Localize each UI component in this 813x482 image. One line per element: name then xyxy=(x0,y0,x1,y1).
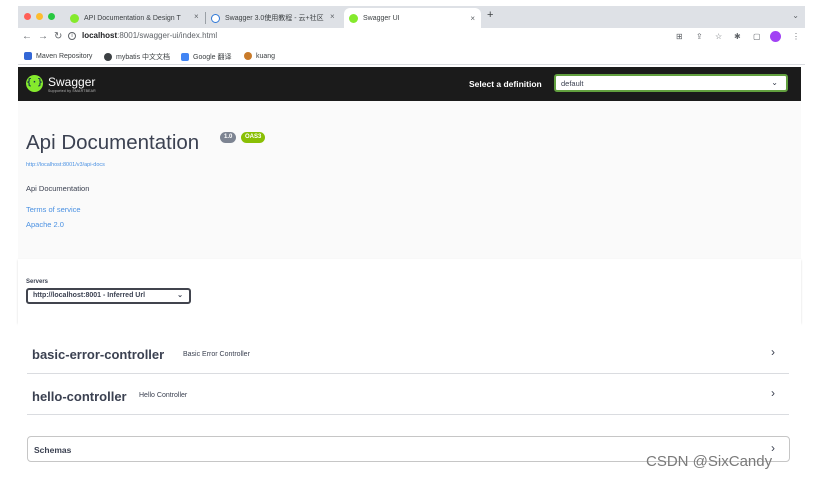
reload-icon[interactable]: ↻ xyxy=(54,31,62,42)
tab-title: API Documentation & Design T xyxy=(84,14,181,22)
tab-api-documentation[interactable]: API Documentation & Design T + xyxy=(70,8,203,28)
tab-separator xyxy=(205,12,206,24)
back-arrow-icon[interactable]: ← xyxy=(22,31,32,42)
api-description: Api Documentation xyxy=(26,184,90,193)
bookmark-maven-repository[interactable]: Maven Repository xyxy=(24,52,92,60)
schemas-label: Schemas xyxy=(34,445,72,455)
maven-icon xyxy=(24,52,32,60)
swagger-topbar: {·} Swagger Supported by SMARTBEAR Selec… xyxy=(18,67,801,101)
definition-label: Select a definition xyxy=(469,79,542,89)
bookmark-label: mybatis 中文文档 xyxy=(116,54,171,61)
oas-badge: OAS3 xyxy=(241,132,266,143)
side-panel-icon[interactable]: ▢ xyxy=(753,32,761,41)
terms-of-service-link[interactable]: Terms of service xyxy=(26,205,81,214)
servers-label: Servers xyxy=(26,279,49,285)
translate-icon xyxy=(181,53,189,61)
bookmarks-bar: Maven Repository mybatis 中文文档 Google 翻译 … xyxy=(18,48,805,65)
chevron-right-icon: › xyxy=(771,345,775,359)
bookmark-kuang[interactable]: kuang xyxy=(244,52,275,60)
github-icon xyxy=(104,53,112,61)
address-host: localhost xyxy=(82,31,118,40)
api-docs-link[interactable]: http://localhost:8001/v3/api-docs xyxy=(26,162,105,168)
close-window-button[interactable] xyxy=(24,13,31,20)
browser-toolbar: ← → ↻ i localhost:8001/swagger-ui/index.… xyxy=(18,28,805,48)
minimize-window-button[interactable] xyxy=(36,13,43,20)
chevron-down-icon: ⌄ xyxy=(177,292,183,299)
bookmark-mybatis[interactable]: mybatis 中文文档 xyxy=(104,52,170,62)
tab-title: Swagger UI xyxy=(363,14,400,22)
tag-name: hello-controller xyxy=(32,389,127,404)
swagger-favicon-icon xyxy=(70,13,79,23)
bookmark-label: Maven Repository xyxy=(36,52,93,60)
close-tab-icon[interactable]: × xyxy=(194,12,199,21)
tag-description: Basic Error Controller xyxy=(183,351,250,358)
bookmark-star-icon[interactable]: ☆ xyxy=(715,32,722,41)
chevron-right-icon: › xyxy=(771,386,775,400)
new-tab-button[interactable]: + xyxy=(487,9,493,21)
tab-swagger-tutorial[interactable]: Swagger 3.0使用教程 - 云+社区 xyxy=(211,8,346,28)
zoom-window-button[interactable] xyxy=(48,13,55,20)
close-tab-icon[interactable]: × xyxy=(470,14,475,23)
more-menu-icon[interactable]: ⋮ xyxy=(792,32,800,41)
address-bar[interactable]: i localhost:8001/swagger-ui/index.html xyxy=(68,31,217,40)
tab-swagger-ui[interactable]: Swagger UI × xyxy=(344,8,481,28)
forward-arrow-icon[interactable]: → xyxy=(38,31,48,42)
chevron-down-icon: ⌄ xyxy=(771,78,778,87)
close-tab-icon[interactable]: × xyxy=(330,12,335,21)
swagger-logo-subtitle: Supported by SMARTBEAR xyxy=(48,89,96,93)
swagger-logo-icon[interactable]: {·} xyxy=(26,75,43,92)
bookmark-label: kuang xyxy=(256,52,276,60)
swagger-favicon-icon xyxy=(349,13,358,23)
servers-select[interactable]: http://localhost:8001 - Inferred Url ⌄ xyxy=(26,288,191,304)
extensions-icon[interactable]: ✱ xyxy=(734,32,741,41)
translate-icon[interactable]: ⊞ xyxy=(676,32,683,41)
tab-search-icon[interactable]: ⌄ xyxy=(792,11,799,20)
cloud-favicon-icon xyxy=(211,13,220,23)
share-icon[interactable]: ⇪ xyxy=(696,32,703,41)
swagger-logo-text[interactable]: Swagger xyxy=(48,75,95,89)
tag-description: Hello Controller xyxy=(139,392,188,399)
profile-avatar[interactable] xyxy=(770,31,781,42)
page-title: Api Documentation xyxy=(26,131,200,154)
tag-basic-error-controller[interactable]: basic-error-controller Basic Error Contr… xyxy=(27,333,789,374)
browser-tab-bar: API Documentation & Design T + × Swagger… xyxy=(18,6,805,28)
definition-select[interactable]: default ⌄ xyxy=(554,74,788,92)
bookmark-google-translate[interactable]: Google 翻译 xyxy=(181,52,232,62)
version-badge: 1.0 xyxy=(220,132,237,143)
tag-name: basic-error-controller xyxy=(32,347,165,362)
tag-hello-controller[interactable]: hello-controller Hello Controller › xyxy=(27,374,789,415)
tab-title: Swagger 3.0使用教程 - 云+社区 xyxy=(225,15,324,22)
watermark: CSDN @SixCandy xyxy=(646,453,773,470)
kuang-icon xyxy=(244,52,252,60)
definition-value: default xyxy=(561,79,584,88)
bookmark-label: Google 翻译 xyxy=(193,54,232,61)
license-link[interactable]: Apache 2.0 xyxy=(26,220,64,229)
info-section xyxy=(18,101,801,259)
address-path: :8001/swagger-ui/index.html xyxy=(117,31,218,40)
site-info-icon[interactable]: i xyxy=(68,31,76,40)
servers-value: http://localhost:8001 - Inferred Url xyxy=(33,292,146,299)
